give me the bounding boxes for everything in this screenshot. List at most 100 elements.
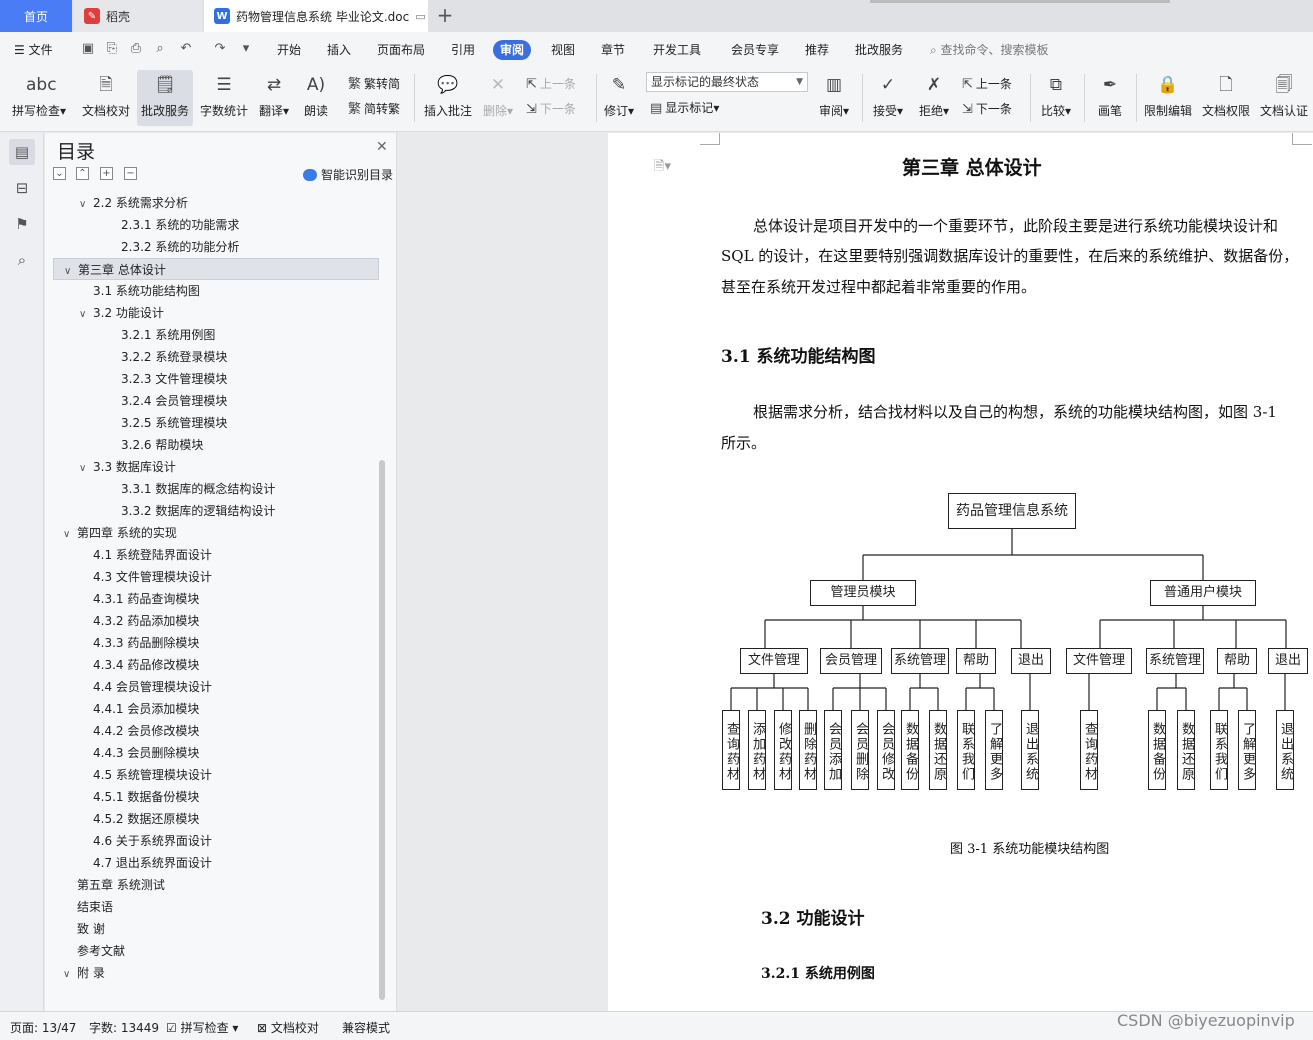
toc-scrollbar[interactable] bbox=[379, 460, 385, 1000]
chevron-down-icon[interactable]: ∨ bbox=[63, 964, 77, 986]
menu-view[interactable]: 视图 bbox=[551, 40, 575, 60]
page-indicator[interactable]: 页面: 13/47 bbox=[10, 1019, 76, 1036]
chevron-down-icon[interactable]: ∨ bbox=[79, 194, 93, 216]
menu-section[interactable]: 章节 bbox=[601, 40, 625, 60]
save-icon[interactable]: ▣ bbox=[80, 41, 96, 57]
toc-item[interactable]: 2.3.2 系统的功能分析 bbox=[107, 236, 239, 258]
accept-button[interactable]: ✓ 接受▾ bbox=[866, 70, 910, 126]
toc-item[interactable]: 4.3.3 药品删除模块 bbox=[79, 632, 199, 654]
prev-change-button[interactable]: ⇱ 上一条 bbox=[962, 74, 1012, 94]
print-icon[interactable]: ⎙ bbox=[128, 41, 144, 57]
toc-item[interactable]: 3.2.1 系统用例图 bbox=[107, 324, 215, 346]
undo-icon[interactable]: ↶ bbox=[178, 41, 194, 57]
menu-layout[interactable]: 页面布局 bbox=[377, 40, 425, 60]
review-pane-button[interactable]: ▥ 审阅▾ bbox=[812, 70, 856, 126]
doc-certify-button[interactable]: 🗐 文档认证 bbox=[1256, 70, 1312, 126]
read-aloud-button[interactable]: A) 朗读 bbox=[296, 70, 336, 126]
menu-devtools[interactable]: 开发工具 bbox=[653, 40, 701, 60]
toc-item[interactable]: 4.1 系统登陆界面设计 bbox=[79, 544, 212, 566]
new-tab-button[interactable]: + bbox=[434, 4, 456, 26]
menu-start[interactable]: 开始 bbox=[277, 40, 301, 60]
show-markup-button[interactable]: ▤ 显示标记▾ bbox=[650, 98, 719, 118]
remove-item-icon[interactable]: − bbox=[124, 167, 137, 180]
next-change-button[interactable]: ⇲ 下一条 bbox=[962, 99, 1012, 119]
page-options-icon[interactable]: 🗎▾ bbox=[654, 157, 671, 179]
toc-item[interactable]: 3.3.2 数据库的逻辑结构设计 bbox=[107, 500, 275, 522]
toc-item[interactable]: 4.7 退出系统界面设计 bbox=[79, 852, 212, 874]
menu-member[interactable]: 会员专享 bbox=[731, 40, 779, 60]
toc-item[interactable]: 4.3 文件管理模块设计 bbox=[79, 566, 212, 588]
redo-icon[interactable]: ↷ bbox=[212, 41, 228, 57]
toc-item[interactable]: ∨ 第三章 总体设计 bbox=[53, 258, 379, 280]
toc-item[interactable]: ∨ 3.3 数据库设计 bbox=[79, 456, 176, 478]
toc-item[interactable]: 3.2.3 文件管理模块 bbox=[107, 368, 227, 390]
status-spell-check[interactable]: ☑ 拼写检查 ▾ bbox=[166, 1019, 238, 1036]
menu-references[interactable]: 引用 bbox=[451, 40, 475, 60]
doc-rights-button[interactable]: 🗋 文档权限 bbox=[1198, 70, 1254, 126]
toc-item[interactable]: 4.4.2 会员修改模块 bbox=[79, 720, 199, 742]
delete-comment-button[interactable]: ✕ 删除▾ bbox=[476, 70, 520, 126]
insert-comment-button[interactable]: 💬 插入批注 bbox=[420, 70, 476, 126]
file-menu[interactable]: ☰ 文件 bbox=[14, 40, 53, 60]
toc-item[interactable]: 4.3.1 药品查询模块 bbox=[79, 588, 199, 610]
toc-item[interactable]: 第五章 系统测试 bbox=[63, 874, 165, 896]
toc-item[interactable]: 4.5 系统管理模块设计 bbox=[79, 764, 212, 786]
chapter-nav-icon[interactable]: ⊟ bbox=[9, 175, 35, 201]
toc-item[interactable]: 3.2.6 帮助模块 bbox=[107, 434, 203, 456]
collapse-all-icon[interactable]: ⌃ bbox=[76, 167, 89, 180]
expand-all-icon[interactable]: ⌄ bbox=[53, 167, 66, 180]
tab-daoke[interactable]: ✎ 稻壳 bbox=[74, 0, 202, 32]
markup-state-select[interactable]: 显示标记的最终状态 ▼ bbox=[646, 72, 808, 92]
toc-item[interactable]: 4.3.2 药品添加模块 bbox=[79, 610, 199, 632]
toc-item[interactable]: 2.3.1 系统的功能需求 bbox=[107, 214, 239, 236]
add-item-icon[interactable]: + bbox=[100, 167, 113, 180]
chevron-down-icon[interactable]: ∨ bbox=[79, 304, 93, 326]
status-doc-check[interactable]: ⊠ 文档校对 bbox=[257, 1019, 319, 1036]
doc-check-button[interactable]: 🗎 文档校对 bbox=[78, 70, 134, 126]
prev-comment-button[interactable]: ⇱ 上一条 bbox=[526, 74, 576, 94]
toc-item[interactable]: 3.1 系统功能结构图 bbox=[79, 280, 200, 302]
menu-correction[interactable]: 批改服务 bbox=[855, 40, 903, 60]
menu-recommend[interactable]: 推荐 bbox=[805, 40, 829, 60]
simp-to-trad-button[interactable]: 繁简转繁 bbox=[348, 99, 400, 119]
toc-item[interactable]: 结束语 bbox=[63, 896, 113, 918]
tab-document[interactable]: W 药物管理信息系统 毕业论文.doc ▭ bbox=[204, 0, 428, 32]
toc-item[interactable]: ∨ 2.2 系统需求分析 bbox=[79, 192, 188, 214]
print-preview-icon[interactable]: ⌕ bbox=[152, 41, 168, 57]
spell-check-button[interactable]: abc 拼写检查▾ bbox=[8, 70, 70, 126]
toc-item[interactable]: ∨ 第四章 系统的实现 bbox=[63, 522, 177, 544]
toc-item[interactable]: ∨ 3.2 功能设计 bbox=[79, 302, 164, 324]
word-count-button[interactable]: ☰ 字数统计 bbox=[196, 70, 252, 126]
chevron-down-icon[interactable]: ▾ bbox=[238, 41, 254, 57]
track-changes-button[interactable]: ✎ 修订▾ bbox=[598, 70, 640, 126]
toc-item[interactable]: 4.3.4 药品修改模块 bbox=[79, 654, 199, 676]
chevron-down-icon[interactable]: ∨ bbox=[63, 524, 77, 546]
toc-item[interactable]: 4.4.3 会员删除模块 bbox=[79, 742, 199, 764]
toc-item[interactable]: 4.5.1 数据备份模块 bbox=[79, 786, 199, 808]
compare-button[interactable]: ⧉ 比较▾ bbox=[1034, 70, 1078, 126]
toc-item[interactable]: 3.2.4 会员管理模块 bbox=[107, 390, 227, 412]
smart-toc-button[interactable]: 智能识别目录 bbox=[303, 166, 393, 183]
tab-screen-icon[interactable]: ▭ bbox=[415, 10, 425, 23]
restrict-edit-button[interactable]: 🔒 限制编辑 bbox=[1140, 70, 1196, 126]
toc-item[interactable]: 4.5.2 数据还原模块 bbox=[79, 808, 199, 830]
pen-button[interactable]: ✒ 画笔 bbox=[1088, 70, 1132, 126]
correction-service-button[interactable]: 🗒 批改服务 bbox=[137, 70, 193, 126]
toc-item[interactable]: 4.4.1 会员添加模块 bbox=[79, 698, 199, 720]
search-icon[interactable]: ⌕ bbox=[9, 247, 35, 273]
toc-item[interactable]: 4.6 关于系统界面设计 bbox=[79, 830, 212, 852]
next-comment-button[interactable]: ⇲ 下一条 bbox=[526, 99, 576, 119]
bookmark-icon[interactable]: ⚑ bbox=[9, 211, 35, 237]
menu-insert[interactable]: 插入 bbox=[327, 40, 351, 60]
chevron-down-icon[interactable]: ∨ bbox=[79, 458, 93, 480]
toc-item[interactable]: ∨ 附 录 bbox=[63, 962, 105, 984]
toc-item[interactable]: 致 谢 bbox=[63, 918, 105, 940]
toc-item[interactable]: 参考文献 bbox=[63, 940, 125, 962]
tab-home[interactable]: 首页 bbox=[0, 0, 72, 32]
menu-review[interactable]: 审阅 bbox=[493, 40, 532, 60]
toc-item[interactable]: 3.2.5 系统管理模块 bbox=[107, 412, 227, 434]
trad-to-simp-button[interactable]: 繁繁转简 bbox=[348, 74, 400, 94]
word-count-indicator[interactable]: 字数: 13449 bbox=[89, 1019, 159, 1036]
command-search[interactable]: ⌕ 查找命令、搜索模板 bbox=[930, 40, 1049, 60]
toc-item[interactable]: 3.3.1 数据库的概念结构设计 bbox=[107, 478, 275, 500]
